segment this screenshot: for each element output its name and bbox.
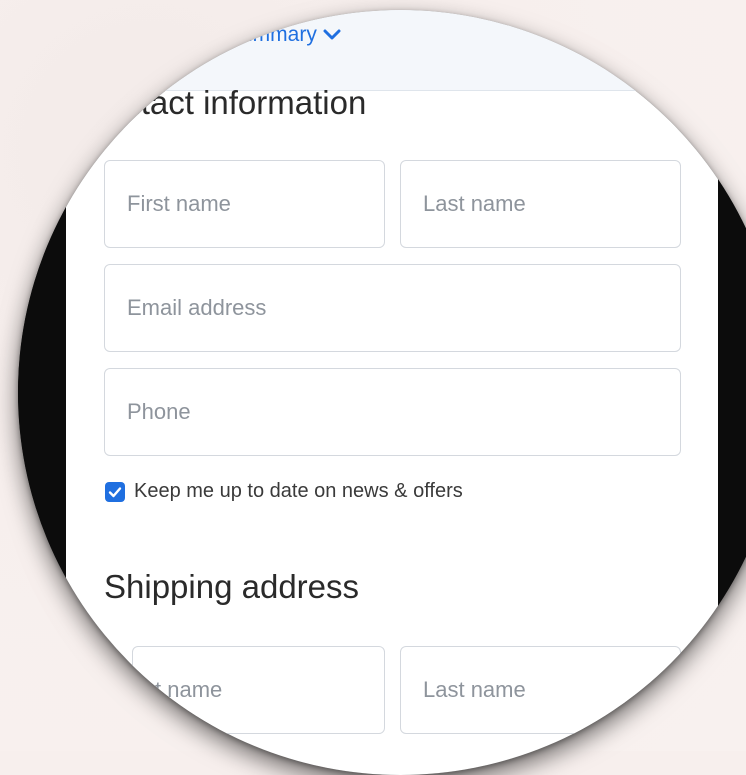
phone-field[interactable]: Phone xyxy=(104,368,681,456)
last-name-field[interactable]: Last name xyxy=(400,160,681,248)
magnifier-lens: ummary ontact information First name Las… xyxy=(18,10,746,775)
email-field[interactable]: Email address xyxy=(104,264,681,352)
chevron-down-icon xyxy=(323,29,341,40)
checkmark-icon xyxy=(108,486,122,497)
shipping-last-name-field[interactable]: Last name xyxy=(400,646,681,734)
first-name-field[interactable]: First name xyxy=(104,160,385,248)
dark-margin-right xyxy=(718,10,746,775)
shipping-last-name-placeholder: Last name xyxy=(423,677,526,702)
dark-margin-left xyxy=(18,10,66,775)
contact-information-title: ontact information xyxy=(104,84,367,121)
order-summary-bar: ummary xyxy=(66,10,718,91)
shipping-address-title: Shipping address xyxy=(104,568,360,605)
checkout-form-panel: ummary ontact information First name Las… xyxy=(66,10,718,775)
newsletter-option[interactable]: Keep me up to date on news & offers xyxy=(105,480,463,503)
order-summary-label: ummary xyxy=(241,23,317,46)
phone-placeholder: Phone xyxy=(127,399,191,424)
newsletter-checkbox[interactable] xyxy=(105,481,125,502)
shipping-first-name-field[interactable]: t name xyxy=(132,646,385,734)
first-name-placeholder: First name xyxy=(127,191,231,216)
shipping-first-name-placeholder: t name xyxy=(155,677,223,702)
last-name-placeholder: Last name xyxy=(423,191,526,216)
email-placeholder: Email address xyxy=(127,295,267,320)
order-summary-toggle[interactable]: ummary xyxy=(241,22,341,48)
newsletter-label: Keep me up to date on news & offers xyxy=(134,480,463,502)
